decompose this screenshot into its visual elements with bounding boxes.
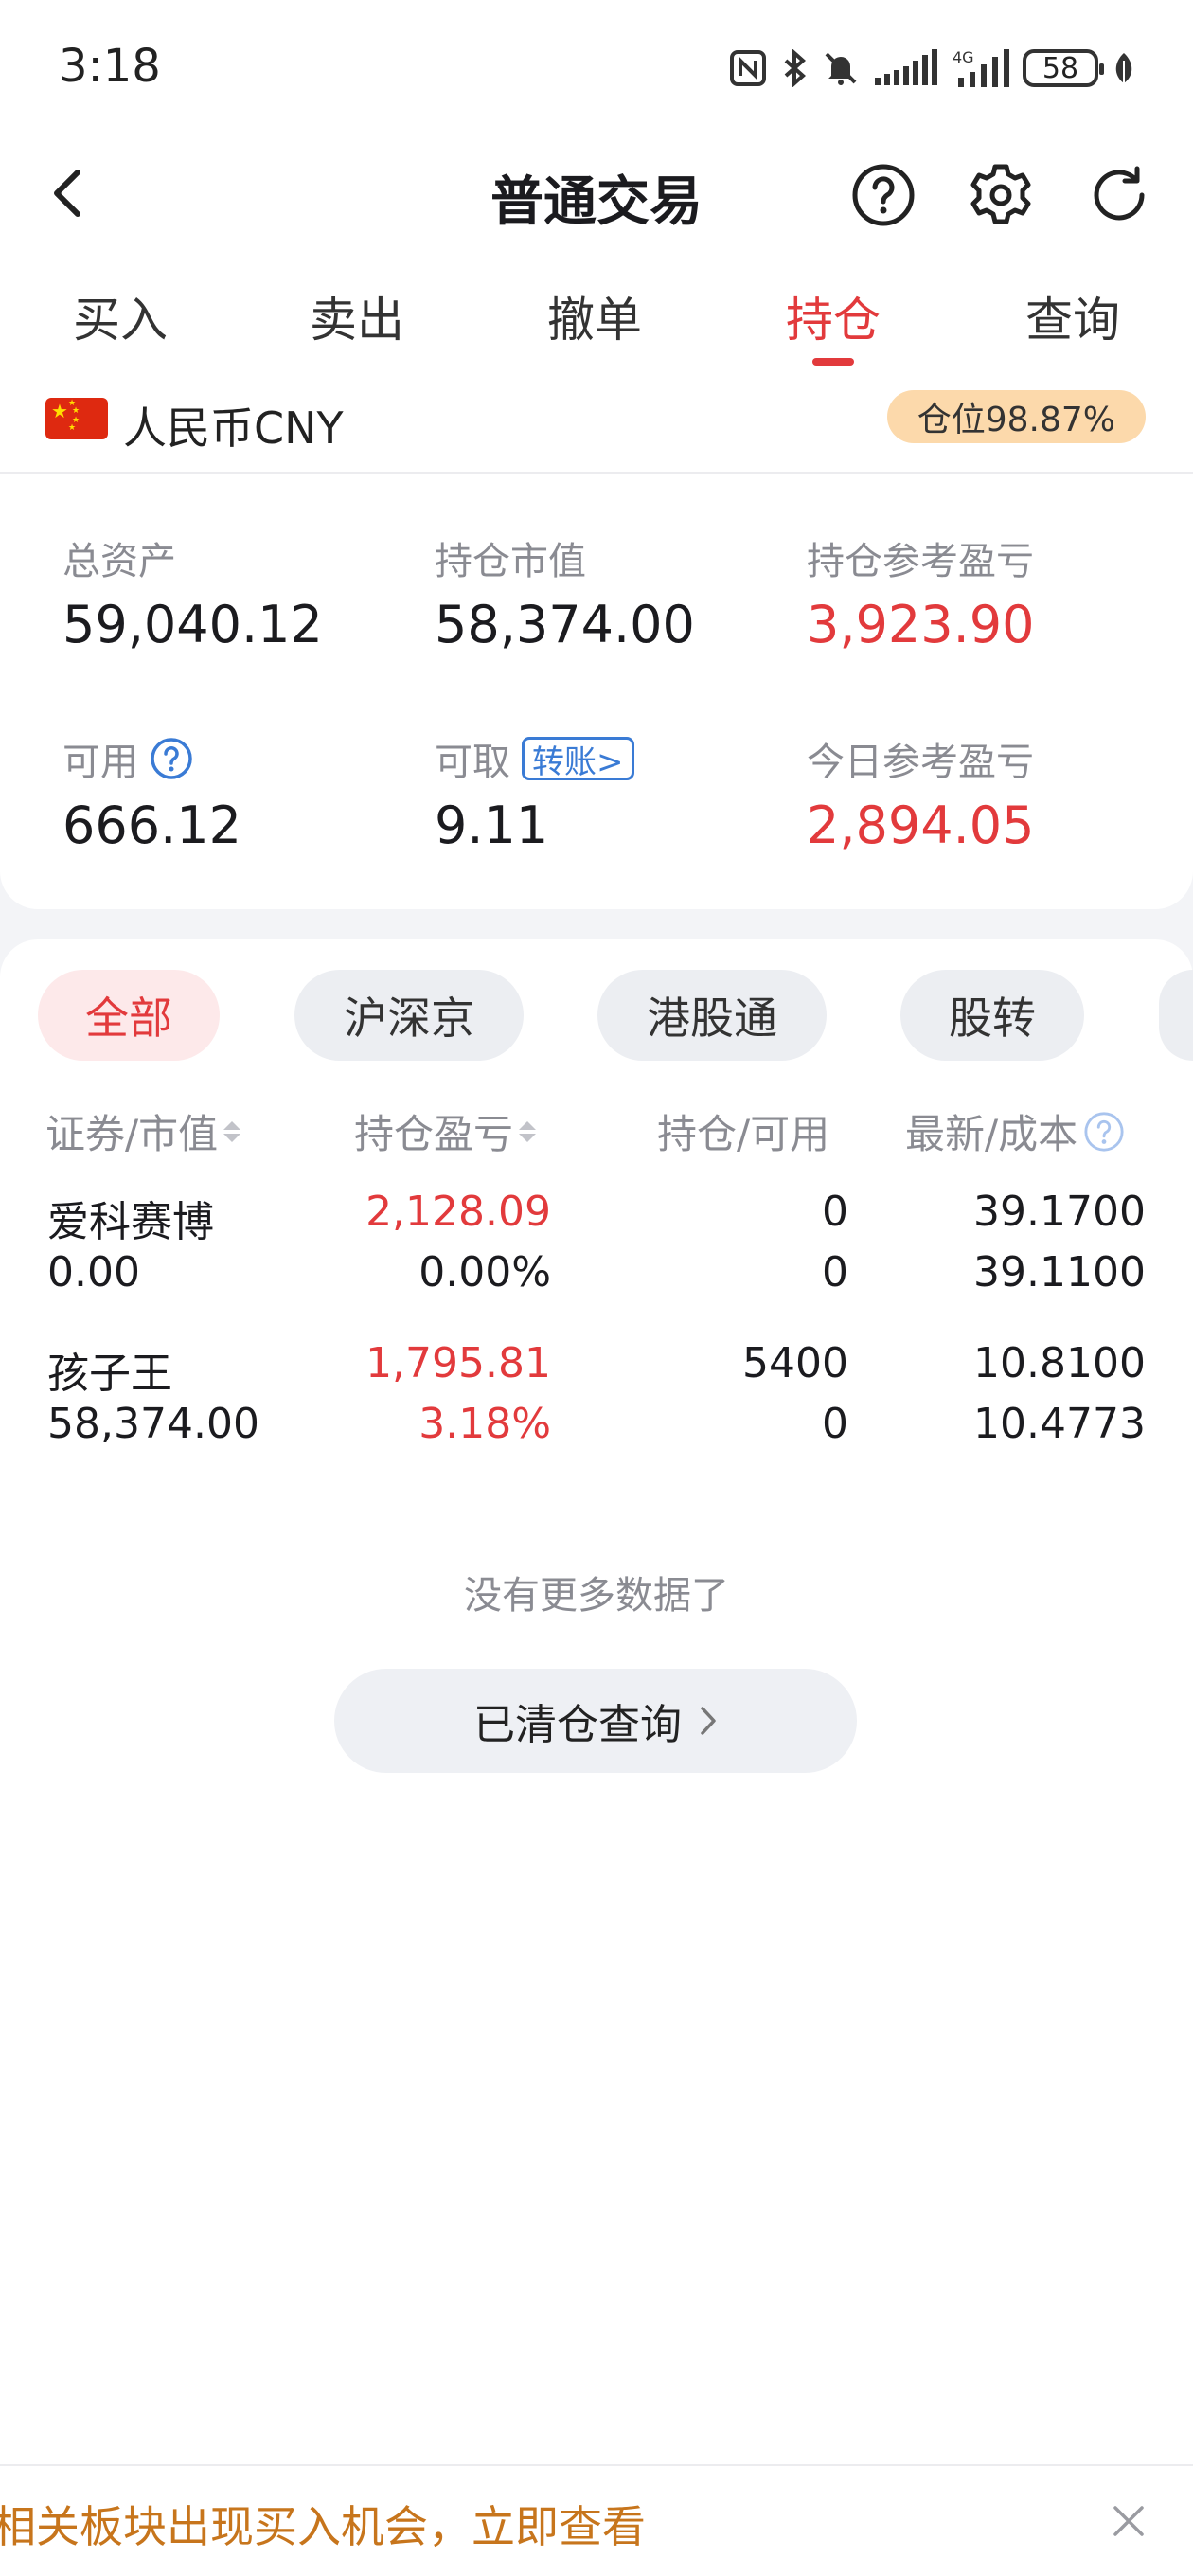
promo-banner[interactable]: 相关板块出现买入机会，立即查看 <box>0 2464 1193 2576</box>
currency-label[interactable]: 人民币CNY <box>123 394 344 456</box>
security-market-value: 58,374.00 <box>47 1400 259 1448</box>
filter-sh-sz-bj[interactable]: 沪深京 <box>294 970 524 1061</box>
signal-icon <box>873 49 939 87</box>
settings-icon <box>970 164 1031 224</box>
security-holding: 5400 <box>742 1339 848 1387</box>
security-pnl-pct: 0.00% <box>418 1248 551 1297</box>
total-assets-value: 59,040.12 <box>62 595 323 654</box>
position-pnl: 持仓参考盈亏 3,923.90 <box>807 530 1034 654</box>
col-security-label: 证券/市值 <box>45 1111 219 1157</box>
filter-hk-connect[interactable]: 港股通 <box>597 970 827 1061</box>
status-bar: 3:18 4G 58 <box>0 0 1193 142</box>
status-time: 3:18 <box>59 40 161 93</box>
sort-icon <box>519 1120 537 1142</box>
filter-all[interactable]: 全部 <box>38 970 220 1061</box>
tab-holdings[interactable]: 持仓 <box>757 282 909 350</box>
today-pnl: 今日参考盈亏 2,894.05 <box>807 731 1034 855</box>
active-tab-indicator <box>812 358 854 366</box>
market-value-value: 58,374.00 <box>435 595 695 654</box>
close-icon <box>1113 2506 1144 2536</box>
mute-icon <box>822 49 860 87</box>
available-label: 可用 <box>62 741 138 784</box>
china-flag-icon: ★ ★ ★ ★ ★ <box>45 398 108 439</box>
help-button[interactable] <box>849 161 917 229</box>
security-market-value: 0.00 <box>47 1248 140 1297</box>
security-name: 孩子王 <box>47 1350 172 1398</box>
chevron-right-icon <box>701 1707 716 1735</box>
filter-neeq[interactable]: 股转 <box>900 970 1084 1061</box>
4g-signal-icon: 4G <box>953 47 1009 89</box>
col-pnl-label: 持仓盈亏 <box>354 1111 514 1157</box>
security-cost: 39.1100 <box>973 1248 1146 1297</box>
security-pnl-pct: 3.18% <box>418 1400 551 1448</box>
security-holding: 0 <box>822 1188 848 1236</box>
today-pnl-value: 2,894.05 <box>807 796 1035 855</box>
security-latest-price: 10.8100 <box>973 1339 1146 1387</box>
security-latest-price: 39.1700 <box>973 1188 1146 1236</box>
transfer-button[interactable]: 转账> <box>522 737 634 781</box>
sort-icon <box>223 1120 241 1142</box>
currency-row: ★ ★ ★ ★ ★ 人民币CNY 仓位98.87% <box>0 379 1193 474</box>
help-icon <box>852 164 915 226</box>
available-value: 666.12 <box>62 796 241 855</box>
nav-bar: 普通交易 <box>0 142 1193 246</box>
trade-tabs: 买入 卖出 撤单 持仓 查询 <box>0 265 1193 369</box>
col-price-label: 最新/成本 <box>905 1111 1078 1157</box>
refresh-button[interactable] <box>1085 161 1153 229</box>
help-circle-icon[interactable] <box>150 737 193 780</box>
security-pnl: 2,128.09 <box>365 1188 551 1236</box>
filter-more[interactable] <box>1159 970 1193 1061</box>
col-holding: 持仓/可用 <box>657 1102 829 1160</box>
position-pnl-label: 持仓参考盈亏 <box>807 540 1034 583</box>
status-icons: 4G 58 <box>729 45 1136 91</box>
cleared-positions-label: 已清仓查询 <box>473 1701 682 1749</box>
market-value-label: 持仓市值 <box>435 540 586 583</box>
security-available: 0 <box>822 1248 848 1297</box>
bluetooth-icon <box>780 49 809 87</box>
tab-sell[interactable]: 卖出 <box>281 282 433 350</box>
holdings-panel: 全部 沪深京 港股通 股转 证券/市值 持仓盈亏 持仓/可用 最新/成本 爱科赛… <box>0 939 1193 2464</box>
settings-button[interactable] <box>967 161 1035 229</box>
promo-banner-text: 相关板块出现买入机会，立即查看 <box>0 2501 646 2552</box>
svg-text:4G: 4G <box>953 48 974 66</box>
security-cost: 10.4773 <box>973 1400 1146 1448</box>
position-pnl-value: 3,923.90 <box>807 595 1035 654</box>
help-circle-icon[interactable] <box>1083 1111 1125 1153</box>
cleared-positions-button[interactable]: 已清仓查询 <box>334 1669 857 1773</box>
tab-query[interactable]: 查询 <box>997 282 1148 350</box>
battery-icon: 58 <box>1023 49 1104 87</box>
nfc-icon <box>729 49 767 87</box>
refresh-icon <box>1094 166 1145 221</box>
total-assets: 总资产 59,040.12 <box>62 530 323 654</box>
withdrawable-funds: 可取 转账> 9.11 <box>435 731 634 855</box>
banner-close-button[interactable] <box>1102 2495 1155 2548</box>
today-pnl-label: 今日参考盈亏 <box>807 741 1034 784</box>
tab-buy[interactable]: 买入 <box>45 282 196 350</box>
asset-summary: 总资产 59,040.12 持仓市值 58,374.00 持仓参考盈亏 3,92… <box>0 474 1193 909</box>
withdrawable-label: 可取 <box>435 741 510 784</box>
security-available: 0 <box>822 1400 848 1448</box>
withdrawable-value: 9.11 <box>435 796 549 855</box>
col-pnl[interactable]: 持仓盈亏 <box>354 1102 537 1160</box>
col-price: 最新/成本 <box>905 1102 1125 1160</box>
tab-cancel-order[interactable]: 撤单 <box>519 282 670 350</box>
battery-level: 58 <box>1042 51 1079 85</box>
available-funds: 可用 666.12 <box>62 731 241 855</box>
security-name: 爱科赛博 <box>47 1198 214 1246</box>
security-pnl: 1,795.81 <box>365 1339 551 1387</box>
col-holding-label: 持仓/可用 <box>657 1111 830 1157</box>
no-more-data: 没有更多数据了 <box>464 1574 729 1618</box>
total-assets-label: 总资产 <box>62 540 176 583</box>
leaf-icon <box>1112 51 1136 85</box>
col-security[interactable]: 证券/市值 <box>45 1102 241 1160</box>
position-ratio-badge: 仓位98.87% <box>886 390 1146 443</box>
market-value: 持仓市值 58,374.00 <box>435 530 695 654</box>
